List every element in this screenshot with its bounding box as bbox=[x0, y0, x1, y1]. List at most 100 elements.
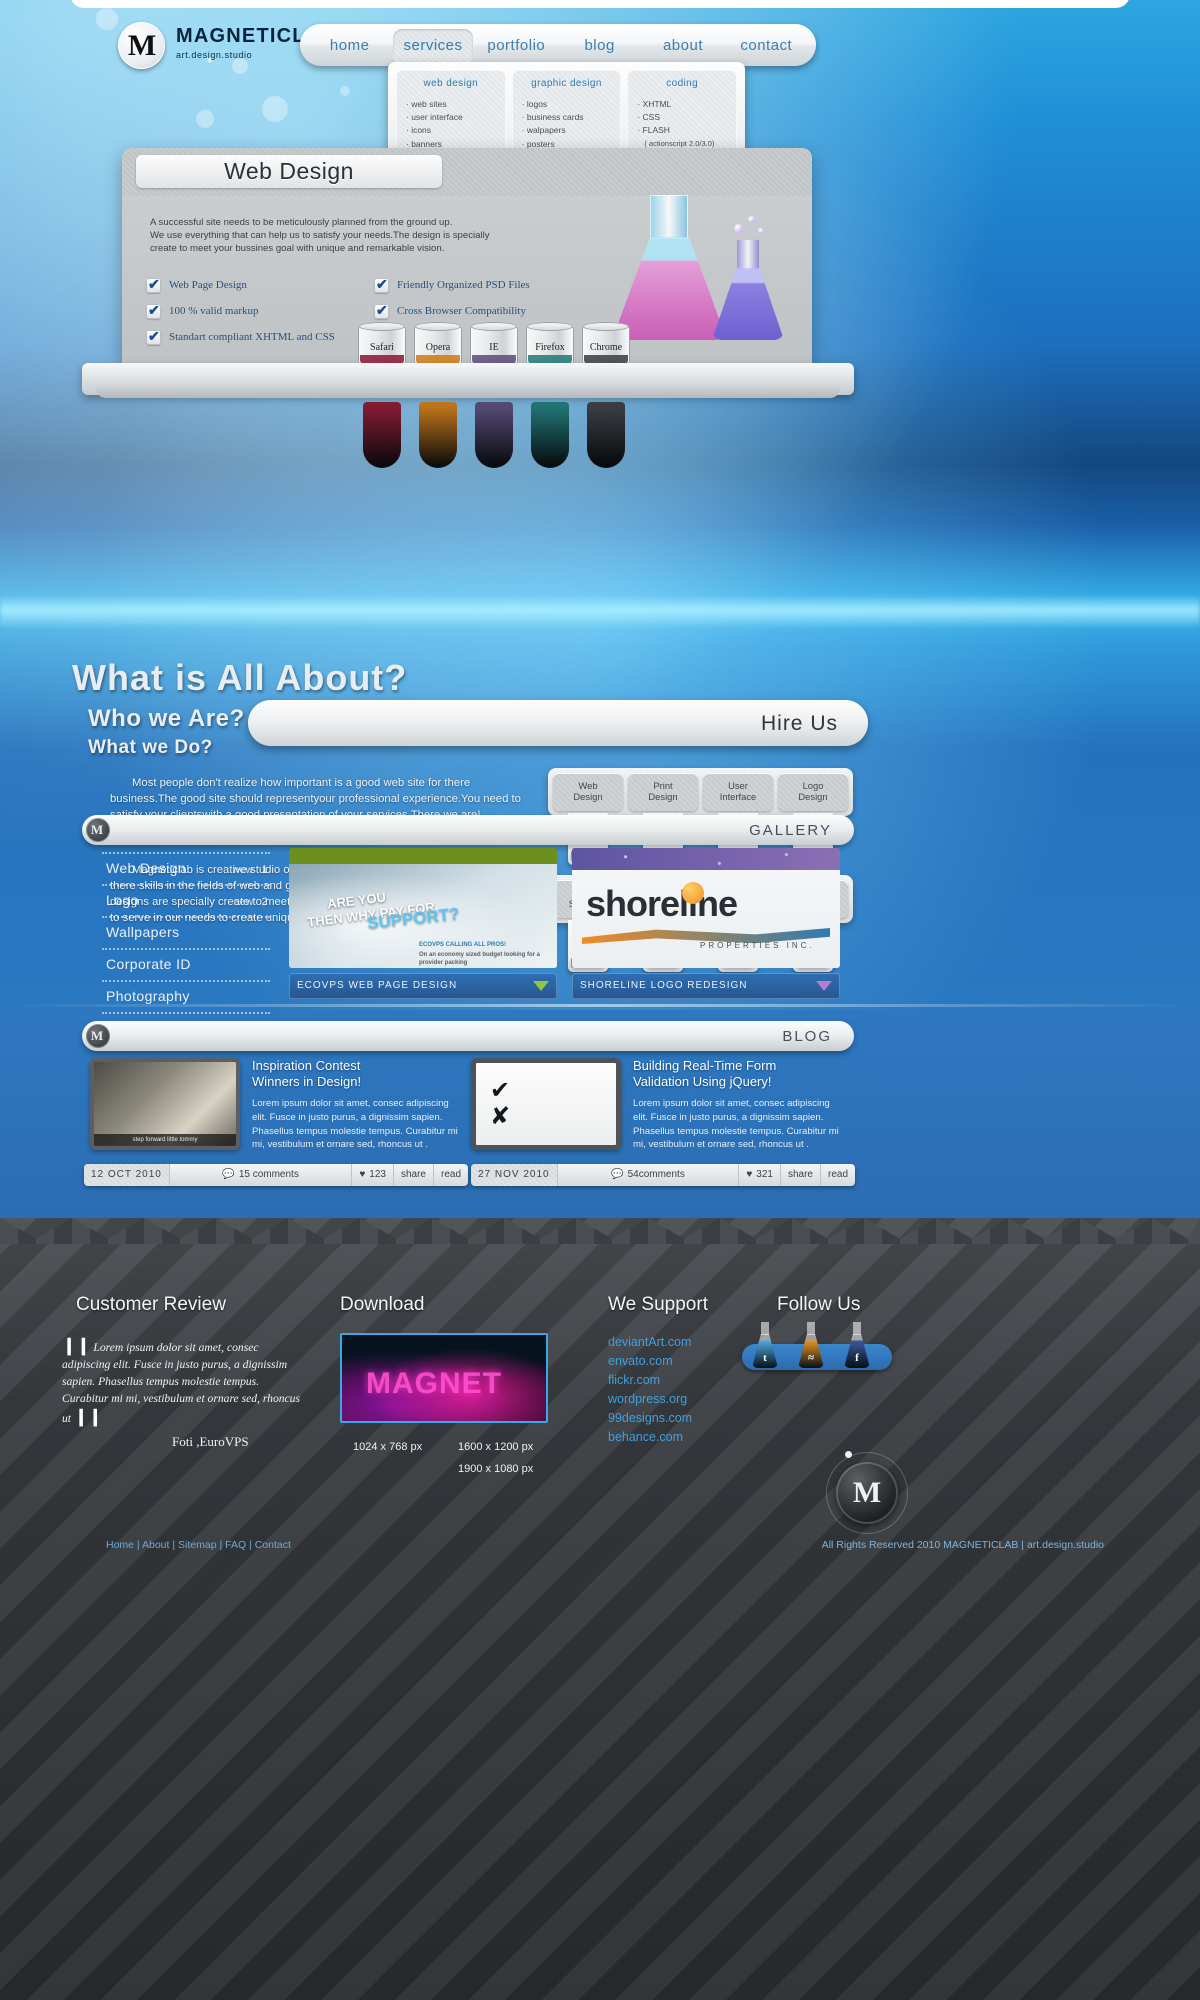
gallery-card-ecovps[interactable]: ARE YOU THEN WHY PAY FOR SUPPORT? ECOVPS… bbox=[289, 848, 557, 999]
dropdown-item[interactable]: · icons bbox=[406, 124, 496, 137]
service-tiles-row-1[interactable]: WebDesign🌎PrintDesign🖍UserInterface👤Logo… bbox=[548, 768, 853, 865]
site-footer bbox=[0, 1218, 1200, 2000]
meta-read[interactable]: read bbox=[434, 1164, 468, 1186]
browser-tube-firefox[interactable]: Firefox❂ bbox=[526, 322, 574, 468]
footer-heading-support: We Support bbox=[608, 1294, 708, 1315]
menu-divider bbox=[102, 1012, 270, 1014]
facebook-flask-icon[interactable]: f bbox=[844, 1322, 870, 1368]
service-tile-user-interface[interactable]: UserInterface👤 bbox=[703, 773, 773, 865]
blog-thumb-2[interactable]: ✔ ✘ bbox=[471, 1058, 621, 1150]
rss-flask-icon[interactable]: ≈ bbox=[798, 1322, 824, 1368]
download-size-1[interactable]: 1024 x 768 px bbox=[353, 1437, 422, 1455]
browser-tube-opera[interactable]: OperaO bbox=[414, 322, 462, 468]
gallery-menu-item-photography[interactable]: Photography bbox=[102, 982, 270, 1012]
gallery-category-menu[interactable]: Web Design new 1 Logo new 2 Wallpapers Corporat… bbox=[102, 852, 270, 1014]
meta-comments[interactable]: 💬 54comments bbox=[558, 1164, 740, 1186]
support-link-1[interactable]: envato.com bbox=[608, 1352, 692, 1371]
nav-item-services[interactable]: services bbox=[393, 28, 473, 62]
shoreline-logo-sub: PROPERTIES INC. bbox=[700, 941, 815, 950]
meta-date-text: 12 OCT 2010 bbox=[91, 1169, 162, 1180]
meta-share[interactable]: share bbox=[781, 1164, 821, 1186]
footer-link-faq[interactable]: FAQ bbox=[225, 1539, 246, 1551]
gallery-menu-item-logo[interactable]: Logo new 2 bbox=[102, 886, 270, 916]
feature-row: Cross Browser Compatibility bbox=[374, 302, 530, 319]
support-link-5[interactable]: behance.com bbox=[608, 1428, 692, 1447]
blog-meta-bar-1[interactable]: 12 OCT 2010 💬 15 comments ♥ 123 share read bbox=[84, 1164, 468, 1186]
blog-post-1[interactable]: step forward little tommy Inspiration Co… bbox=[90, 1058, 466, 1152]
gallery-card-shoreline[interactable]: shoreline PROPERTIES INC. SHORELINE LOGO… bbox=[572, 848, 840, 999]
browser-tube-chrome[interactable]: Chrome◉ bbox=[582, 322, 630, 468]
gallery-thumb-ecovps[interactable]: ARE YOU THEN WHY PAY FOR SUPPORT? ECOVPS… bbox=[289, 848, 557, 968]
meta-share[interactable]: share bbox=[394, 1164, 434, 1186]
blog-meta-bar-2[interactable]: 27 NOV 2010 💬 54comments ♥ 321 share read bbox=[471, 1164, 855, 1186]
meta-comments[interactable]: 💬 15 comments bbox=[170, 1164, 353, 1186]
caption-text: ECOVPS WEB PAGE DESIGN bbox=[297, 980, 458, 991]
dropdown-item[interactable]: · XHTML bbox=[637, 98, 727, 111]
blog-post-title[interactable]: Building Real-Time Form Validation Using … bbox=[633, 1058, 847, 1090]
nav-item-about[interactable]: about bbox=[643, 29, 722, 62]
comment-icon: 💬 bbox=[222, 1169, 235, 1180]
nav-item-home[interactable]: home bbox=[310, 29, 389, 62]
blog-thumb-1[interactable]: step forward little tommy bbox=[90, 1058, 240, 1150]
hire-us-button[interactable]: Hire Us bbox=[248, 700, 868, 746]
meta-likes[interactable]: ♥ 321 bbox=[739, 1164, 781, 1186]
meta-read-text: read bbox=[440, 1169, 461, 1180]
menu-label: Corporate ID bbox=[106, 956, 191, 972]
dropdown-item[interactable]: · walpapers bbox=[522, 124, 612, 137]
support-link-3[interactable]: wordpress.org bbox=[608, 1390, 692, 1409]
support-link-2[interactable]: flickr.com bbox=[608, 1371, 692, 1390]
service-tile-logo-design[interactable]: LogoDesign❤ bbox=[778, 773, 848, 865]
browser-name: Chrome bbox=[589, 342, 623, 353]
gallery-thumb-shoreline[interactable]: shoreline PROPERTIES INC. bbox=[572, 848, 840, 968]
browser-tube-ie[interactable]: IEe bbox=[470, 322, 518, 468]
meta-read[interactable]: read bbox=[821, 1164, 855, 1186]
blog-post-2[interactable]: ✔ ✘ Building Real-Time Form Validation Us… bbox=[471, 1058, 847, 1152]
gallery-menu-item-corporate-id[interactable]: Corporate ID bbox=[102, 950, 270, 980]
blog-post-text: Lorem ipsum dolor sit amet, consec adipi… bbox=[633, 1097, 839, 1151]
gallery-menu-item-wallpapers[interactable]: Wallpapers bbox=[102, 918, 270, 948]
browser-liquid bbox=[419, 402, 457, 468]
logo-mark-icon: M bbox=[118, 22, 165, 69]
blog-post-title[interactable]: Inspiration Contest Winners in Design! bbox=[252, 1058, 466, 1090]
dropdown-item[interactable]: · FLASH bbox=[637, 124, 727, 137]
footer-link-contact[interactable]: Contact bbox=[255, 1539, 291, 1551]
nav-item-contact[interactable]: contact bbox=[727, 29, 806, 62]
download-size-3[interactable]: 1900 x 1080 px bbox=[458, 1459, 533, 1477]
browser-tube-safari[interactable]: Safari◎ bbox=[358, 322, 406, 468]
feature-label: Standart compliant XHTML and CSS bbox=[169, 331, 335, 343]
footer-link-home[interactable]: Home bbox=[106, 1539, 134, 1551]
meta-share-text: share bbox=[787, 1169, 813, 1180]
about-subtitle-1: Who we Are? bbox=[88, 705, 245, 732]
nav-item-portfolio[interactable]: portfolio bbox=[477, 29, 556, 62]
menu-count: 1 bbox=[261, 864, 268, 876]
quote-close-icon: ❙❙ bbox=[73, 1406, 103, 1426]
footer-link-sitemap[interactable]: Sitemap bbox=[178, 1539, 217, 1551]
chevron-down-icon[interactable] bbox=[816, 981, 832, 991]
footer-link-about[interactable]: About bbox=[142, 1539, 169, 1551]
dropdown-heading: graphic design bbox=[531, 78, 602, 89]
dropdown-item[interactable]: · user interface bbox=[406, 111, 496, 124]
gallery-menu-item-web-design[interactable]: Web Design new 1 bbox=[102, 854, 270, 884]
dropdown-item[interactable]: · web sites bbox=[406, 98, 496, 111]
meta-likes[interactable]: ♥ 123 bbox=[352, 1164, 394, 1186]
logo-mark-letter: M bbox=[127, 28, 156, 62]
service-tile-print-design[interactable]: PrintDesign🖍 bbox=[628, 773, 698, 865]
browser-name: Firefox bbox=[535, 342, 565, 353]
nav-item-blog[interactable]: blog bbox=[560, 29, 639, 62]
support-link-0[interactable]: deviantArt.com bbox=[608, 1333, 692, 1352]
we-support-links[interactable]: deviantArt.com envato.com flickr.com wordpr… bbox=[608, 1333, 692, 1447]
main-navigation[interactable]: home services portfolio blog about contact bbox=[300, 24, 816, 66]
blog-thumb-caption: step forward little tommy bbox=[94, 1134, 236, 1146]
dropdown-item[interactable]: · CSS bbox=[637, 111, 727, 124]
support-link-4[interactable]: 99designs.com bbox=[608, 1409, 692, 1428]
meta-date[interactable]: 12 OCT 2010 bbox=[84, 1164, 170, 1186]
meta-date[interactable]: 27 NOV 2010 bbox=[471, 1164, 558, 1186]
dropdown-item[interactable]: · business cards bbox=[522, 111, 612, 124]
footer-link-list[interactable]: Home | About | Sitemap | FAQ | Contact bbox=[106, 1540, 291, 1551]
service-tile-web-design[interactable]: WebDesign🌎 bbox=[553, 773, 623, 865]
twitter-flask-icon[interactable]: t bbox=[752, 1322, 778, 1368]
download-size-2[interactable]: 1600 x 1200 px bbox=[458, 1437, 533, 1455]
chevron-down-icon[interactable] bbox=[533, 981, 549, 991]
dropdown-item[interactable]: · logos bbox=[522, 98, 612, 111]
download-preview-image[interactable]: MAGNET bbox=[340, 1333, 548, 1423]
